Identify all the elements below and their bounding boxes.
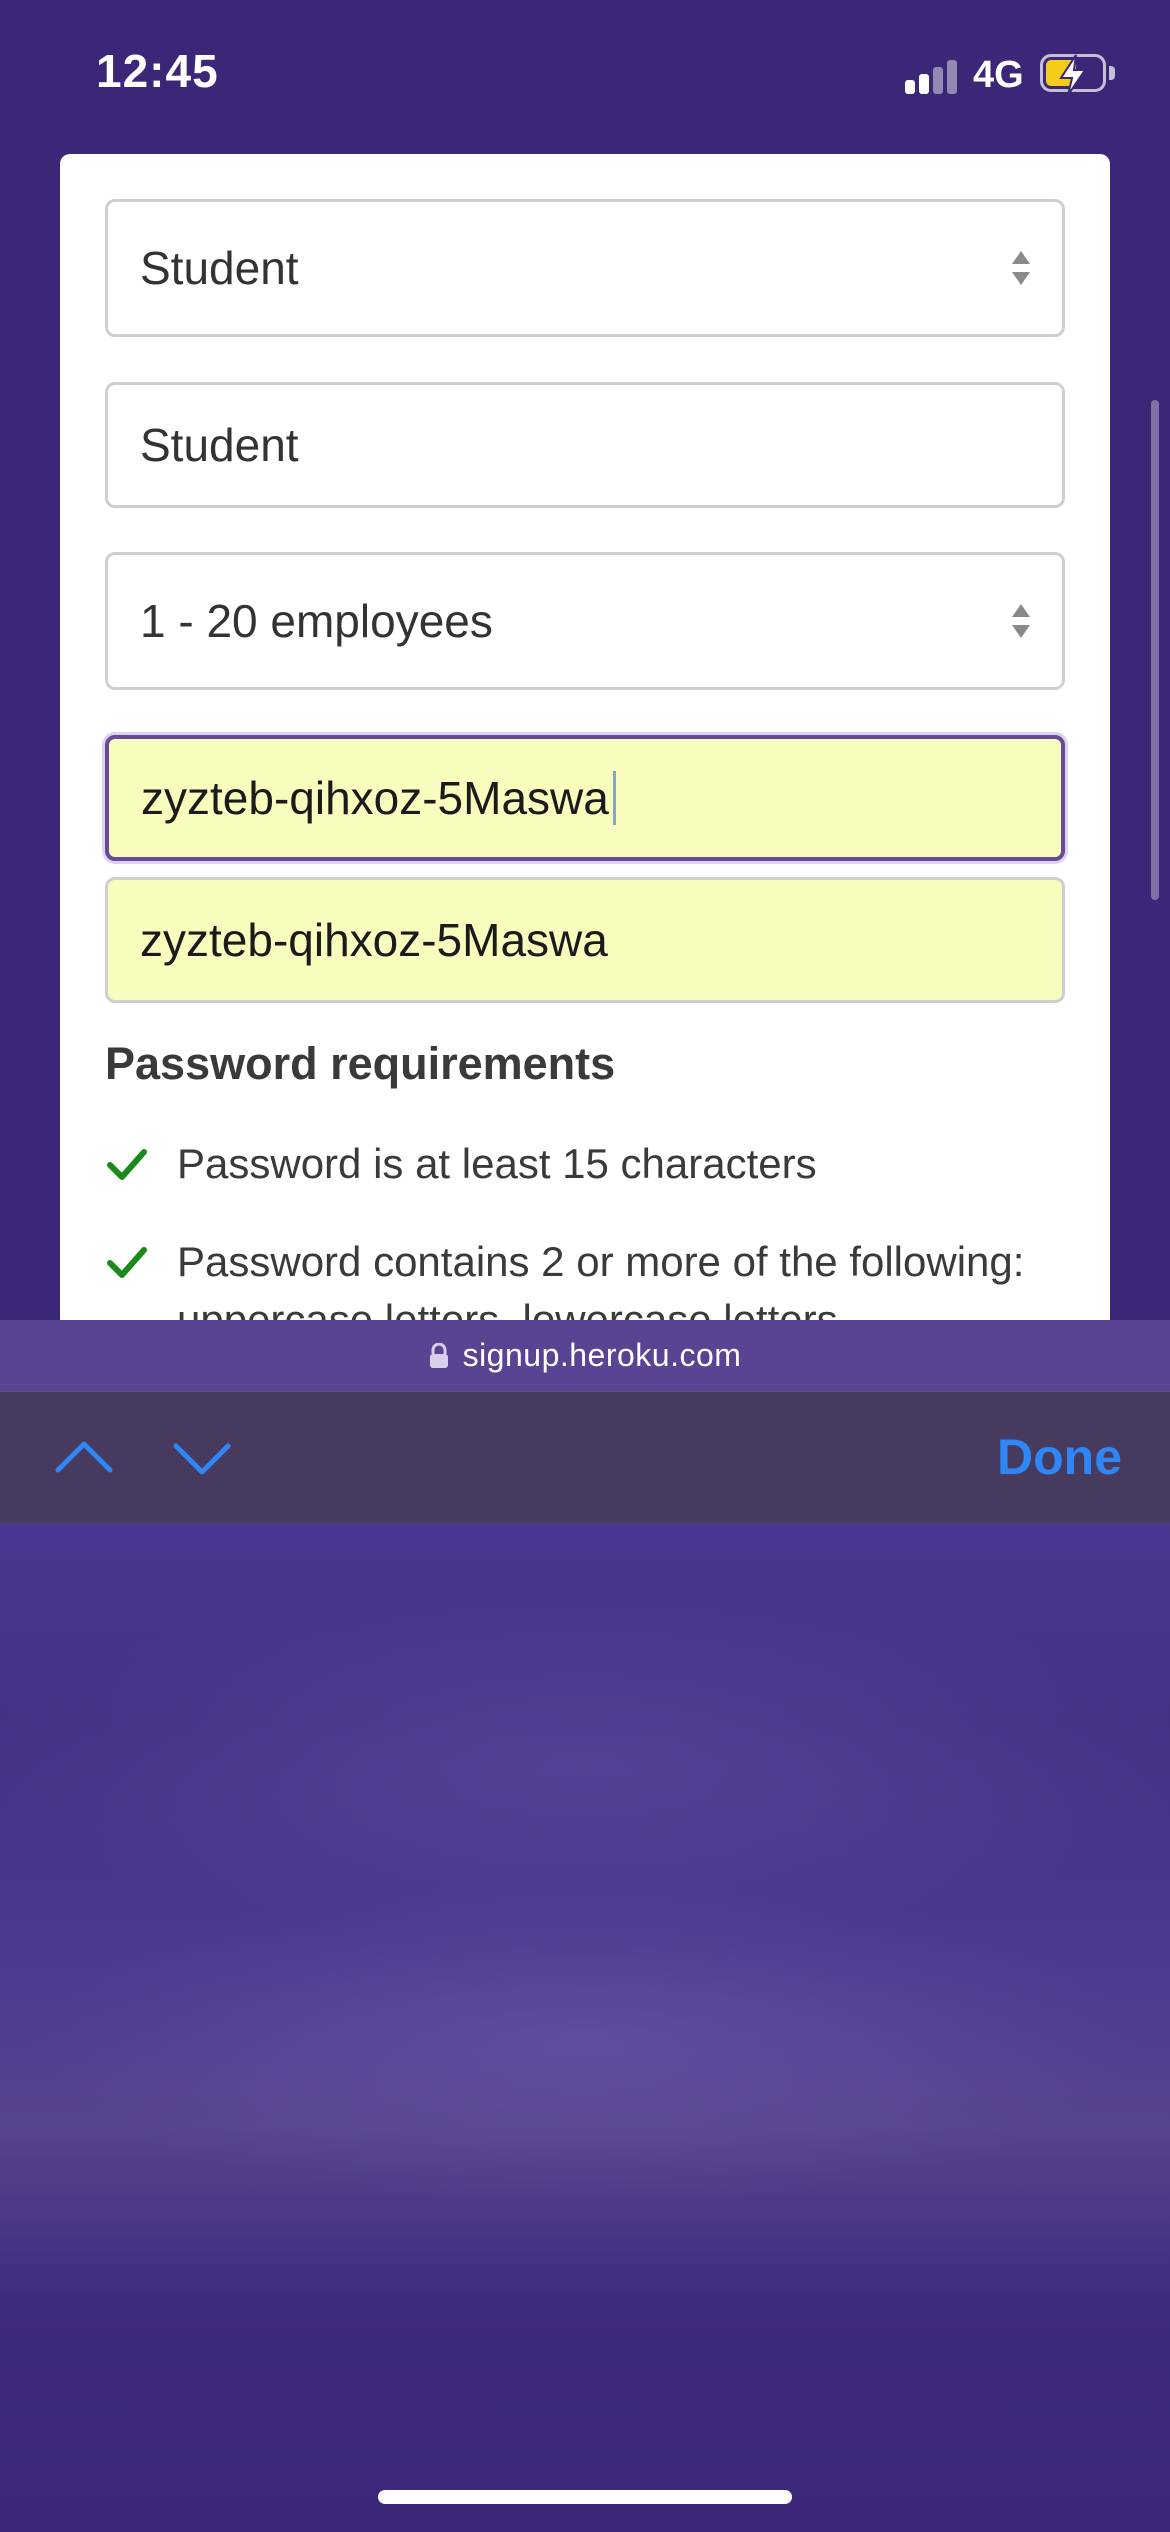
keyboard-accessory-bar: Done	[0, 1391, 1170, 1523]
url-bar[interactable]: signup.heroku.com	[0, 1320, 1170, 1391]
requirement-continuation: uppercase letters, lowercase letters	[105, 1291, 1105, 1320]
battery-charging-icon	[1040, 54, 1106, 96]
password-field[interactable]: zyzteb-qihxoz-5Maswa	[105, 735, 1065, 861]
company-name-value: Student	[140, 419, 299, 471]
done-button[interactable]: Done	[997, 1428, 1122, 1486]
battery-nub	[1109, 66, 1115, 80]
requirement-text: Password is at least 15 characters	[177, 1140, 817, 1187]
select-arrows-icon	[1012, 604, 1030, 638]
requirement-text: Password contains 2 or more of the follo…	[177, 1238, 1025, 1285]
requirement-cutoff-text: uppercase letters, lowercase letters	[177, 1296, 838, 1320]
select-arrows-icon	[1012, 251, 1030, 285]
company-name-field[interactable]: Student	[105, 382, 1065, 508]
url-text: signup.heroku.com	[462, 1337, 742, 1373]
role-select-value: Student	[140, 242, 299, 294]
requirement-item: Password contains 2 or more of the follo…	[105, 1233, 1105, 1291]
network-type-label: 4G	[973, 54, 1024, 96]
role-select[interactable]: Student	[105, 199, 1065, 337]
company-size-select[interactable]: 1 - 20 employees	[105, 552, 1065, 690]
company-size-value: 1 - 20 employees	[140, 595, 493, 647]
password-value: zyzteb-qihxoz-5Maswa	[141, 772, 609, 824]
password-requirements-title: Password requirements	[105, 1038, 616, 1089]
status-time: 12:45	[96, 45, 219, 97]
status-bar: 12:45 4G	[0, 0, 1170, 150]
checkmark-icon	[107, 1247, 147, 1278]
requirement-item: Password is at least 15 characters	[105, 1135, 1105, 1193]
confirm-password-value: zyzteb-qihxoz-5Maswa	[140, 914, 608, 966]
page-scrollbar[interactable]	[1151, 400, 1159, 900]
signup-form-card: Student Student 1 - 20 employees zyzteb-…	[60, 154, 1110, 1320]
text-caret	[612, 771, 616, 825]
cellular-signal-icon	[905, 58, 959, 94]
home-indicator[interactable]	[378, 2490, 792, 2504]
confirm-password-field[interactable]: zyzteb-qihxoz-5Maswa	[105, 877, 1065, 1003]
previous-field-button[interactable]	[52, 1430, 116, 1486]
next-field-button[interactable]	[170, 1430, 234, 1486]
lock-icon	[429, 1342, 448, 1368]
checkmark-icon	[107, 1149, 147, 1180]
keyboard-backdrop	[0, 1523, 1170, 2532]
